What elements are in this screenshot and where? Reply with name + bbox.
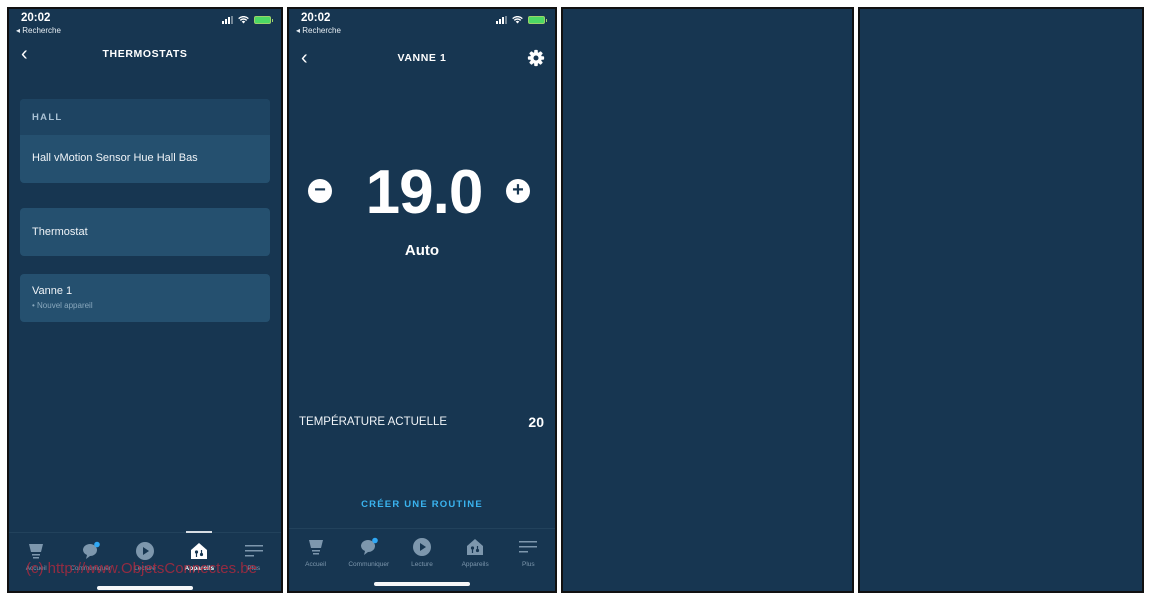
status-time: 20:02 <box>301 12 331 24</box>
back-to-app-link[interactable]: ◂ Recherche <box>296 26 341 35</box>
device-status: • Nouvel appareil <box>32 301 93 310</box>
battery-icon <box>528 16 547 24</box>
devices-house-icon <box>467 539 484 555</box>
phone-screen-blank-2 <box>858 7 1144 593</box>
play-icon <box>135 542 154 560</box>
setpoint-control: − 19.0 + <box>289 157 555 227</box>
tab-communiquer[interactable]: Communiquer <box>344 529 394 586</box>
home-indicator[interactable] <box>97 586 193 590</box>
device-item-hall-motion-sensor[interactable]: Hall vMotion Sensor Hue Hall Bas <box>20 135 270 164</box>
current-temperature-label: TEMPÉRATURE ACTUELLE <box>299 416 448 428</box>
watermark: (c) http://www.ObjetsConnectes.be <box>26 560 257 577</box>
bottom-tab-bar: Accueil Communiquer Lecture Appareils Pl… <box>289 528 555 586</box>
devices-house-icon <box>191 543 208 559</box>
signal-icon <box>222 16 233 24</box>
system-indicators <box>496 16 547 24</box>
tab-label: Communiquer <box>348 561 390 568</box>
phone-screen-thermostats: 20:02 ◂ Recherche ‹ THERMOSTATS HALL Hal… <box>7 7 283 593</box>
group-card-hall: HALL Hall vMotion Sensor Hue Hall Bas <box>20 99 270 183</box>
battery-icon <box>254 16 273 24</box>
nav-bar: ‹ VANNE 1 <box>289 47 555 73</box>
play-icon <box>412 538 431 556</box>
decrease-temperature-button[interactable]: − <box>308 179 332 203</box>
home-display-icon <box>29 544 44 559</box>
current-temperature-value: 20 <box>528 414 544 430</box>
nav-bar: ‹ THERMOSTATS <box>9 43 281 69</box>
device-card-thermostat[interactable]: Thermostat <box>20 208 270 256</box>
device-label: Thermostat <box>32 226 88 238</box>
tab-label: Accueil <box>305 561 327 568</box>
signal-icon <box>496 16 507 24</box>
create-routine-button[interactable]: CRÉER UNE ROUTINE <box>289 499 555 510</box>
tab-accueil[interactable]: Accueil <box>291 529 341 586</box>
setpoint-value: 19.0 <box>365 158 484 227</box>
home-indicator[interactable] <box>374 582 470 586</box>
tab-plus[interactable]: Plus <box>503 529 553 586</box>
back-to-app-link[interactable]: ◂ Recherche <box>16 26 61 35</box>
tab-label: Lecture <box>411 561 433 568</box>
mode-label[interactable]: Auto <box>289 242 555 259</box>
wifi-icon <box>238 16 249 24</box>
chat-bubble-icon <box>360 537 378 555</box>
device-card-vanne-1[interactable]: Vanne 1 • Nouvel appareil <box>20 274 270 322</box>
system-indicators <box>222 16 273 24</box>
tab-lecture[interactable]: Lecture <box>397 529 447 586</box>
device-label: Vanne 1 <box>32 285 73 297</box>
menu-lines-icon <box>244 545 263 557</box>
chat-bubble-icon <box>82 541 100 559</box>
status-bar: 20:02 ◂ Recherche <box>9 11 281 41</box>
gear-icon[interactable] <box>527 49 545 67</box>
menu-lines-icon <box>519 541 538 553</box>
page-title: VANNE 1 <box>397 52 447 64</box>
status-time: 20:02 <box>21 12 51 24</box>
tab-label: Plus <box>522 561 535 568</box>
phone-screen-vanne-1: 20:02 ◂ Recherche ‹ VANNE 1 − 19.0 + Aut… <box>287 7 557 593</box>
wifi-icon <box>512 16 523 24</box>
group-header: HALL <box>20 99 270 135</box>
status-bar: 20:02 ◂ Recherche <box>289 11 555 41</box>
phone-screen-blank-1 <box>561 7 854 593</box>
page-title: THERMOSTATS <box>102 48 188 60</box>
home-display-icon <box>308 540 323 555</box>
increase-temperature-button[interactable]: + <box>506 179 530 203</box>
tab-label: Appareils <box>461 561 489 568</box>
tab-appareils[interactable]: Appareils <box>450 529 500 586</box>
